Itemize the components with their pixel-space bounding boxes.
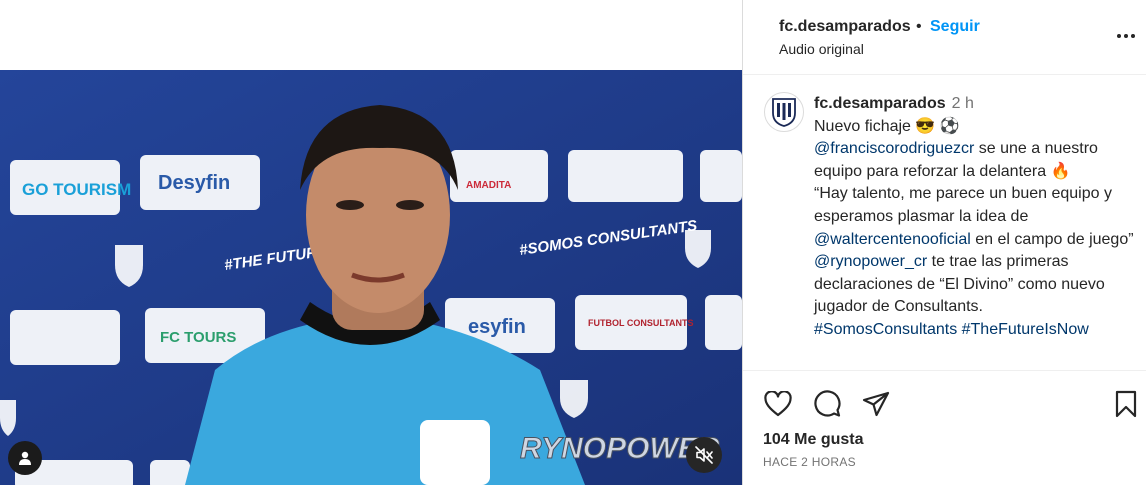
sponsor-panel xyxy=(705,295,742,350)
more-horizontal-icon[interactable] xyxy=(1115,26,1137,46)
sponsor-text: Desyfin xyxy=(158,172,230,194)
follow-button[interactable]: Seguir xyxy=(930,18,980,36)
hashtag-links[interactable]: #SomosConsultants #TheFutureIsNow xyxy=(814,321,1089,338)
post-actions: 104 Me gusta HACE 2 HORAS xyxy=(743,370,1146,485)
post-timestamp[interactable]: HACE 2 HORAS xyxy=(763,455,856,469)
share-button[interactable] xyxy=(861,389,891,419)
header-username[interactable]: fc.desamparados xyxy=(779,18,911,36)
caption-line1: Nuevo fichaje xyxy=(814,117,916,135)
caption-quote: “Hay talento, me parece un buen equipo y… xyxy=(814,185,1112,225)
caption-time[interactable]: 2 h xyxy=(952,95,974,112)
sponsor-text: FC TOURS xyxy=(160,329,236,346)
avatar[interactable] xyxy=(764,92,804,132)
post-header: fc.desamparados • Seguir Audio original xyxy=(743,0,1146,75)
caption-text: fc.desamparados 2 h Nuevo fichaje 😎 ⚽ @fr… xyxy=(814,93,1139,342)
comment-button[interactable] xyxy=(812,389,842,419)
audio-link[interactable]: Audio original xyxy=(779,41,864,57)
sponsor-panel xyxy=(450,150,548,202)
mention-link[interactable]: @franciscorodriguezcr xyxy=(814,140,974,157)
like-button[interactable] xyxy=(763,389,793,419)
sponsor-text: FUTBOL CONSULTANTS xyxy=(588,318,694,328)
sponsor-panel xyxy=(700,150,742,202)
sound-off-icon xyxy=(695,446,713,464)
post-panel: fc.desamparados • Seguir Audio original xyxy=(742,0,1146,485)
share-icon xyxy=(862,391,890,417)
jersey-crest xyxy=(420,420,490,485)
club-crest-icon xyxy=(772,98,796,127)
caption-quote-end: en el campo de juego” xyxy=(970,230,1134,248)
sponsor-text: AMADITA xyxy=(466,180,511,191)
comment-icon xyxy=(814,390,841,417)
mention-link[interactable]: @rynopower_cr xyxy=(814,253,927,270)
user-icon xyxy=(19,451,31,465)
bookmark-icon xyxy=(1115,390,1137,418)
heart-icon xyxy=(764,391,792,417)
save-button[interactable] xyxy=(1111,389,1141,419)
caption-comment: fc.desamparados 2 h Nuevo fichaje 😎 ⚽ @fr… xyxy=(743,75,1146,370)
fire-emoji-icon: 🔥 xyxy=(1050,162,1071,180)
caption-username[interactable]: fc.desamparados xyxy=(814,95,946,112)
tagged-users-button[interactable] xyxy=(8,441,42,475)
mention-link[interactable]: @waltercentenooficial xyxy=(814,231,971,248)
mute-button[interactable] xyxy=(686,437,722,473)
sponsor-text: GO TOURISM xyxy=(22,180,131,199)
sponsor-text: esyfin xyxy=(468,316,526,338)
sponsor-panel xyxy=(150,460,190,485)
sponsor-panel xyxy=(10,310,120,365)
sponsor-panel xyxy=(568,150,683,202)
emoji-sunglasses-soccer-icon: 😎 ⚽ xyxy=(915,117,960,135)
media-top-blank xyxy=(0,0,742,70)
likes-count[interactable]: 104 Me gusta xyxy=(763,431,863,449)
instagram-post: GO TOURISM Desyfin AMADITA FC TOURS esyf… xyxy=(0,0,1146,485)
video-frame: GO TOURISM Desyfin AMADITA FC TOURS esyf… xyxy=(0,70,742,485)
header-separator: • xyxy=(916,18,922,35)
video-player[interactable]: GO TOURISM Desyfin AMADITA FC TOURS esyf… xyxy=(0,70,742,485)
